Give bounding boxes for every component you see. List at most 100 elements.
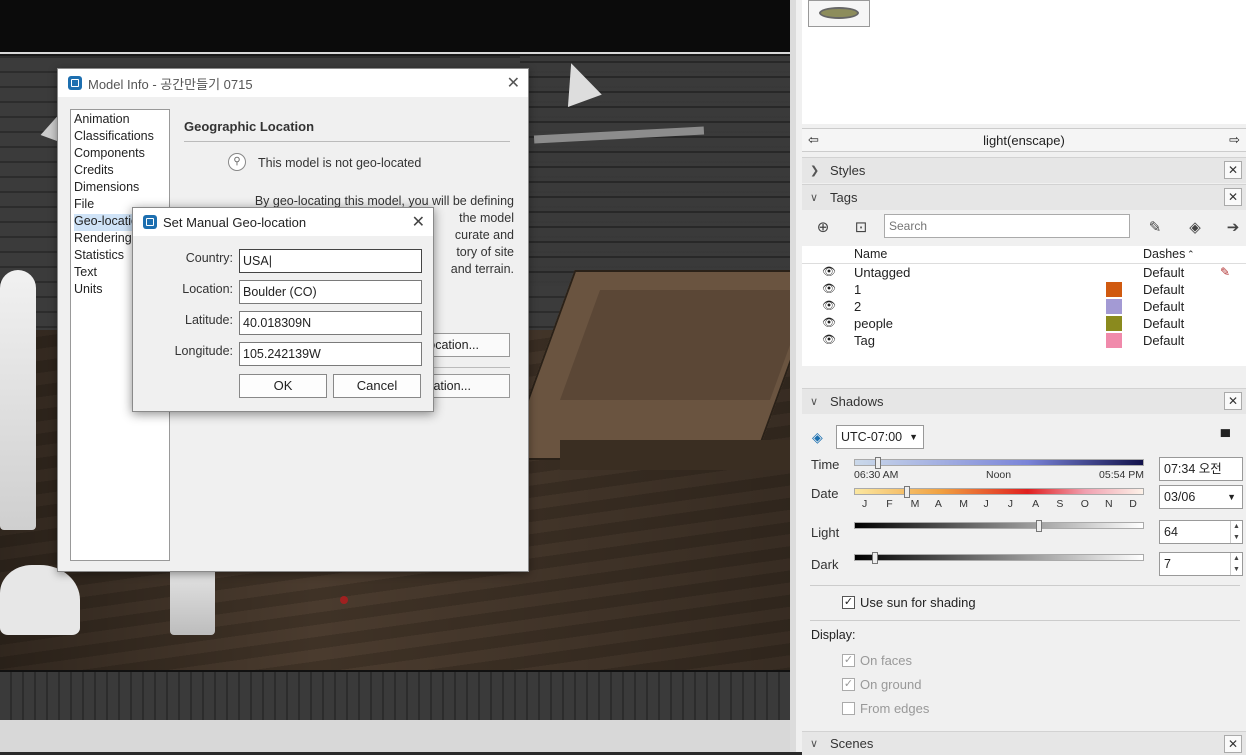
shadows-panel-header[interactable]: ∨ Shadows ✕	[802, 388, 1246, 414]
close-icon[interactable]: ✕	[1224, 188, 1242, 206]
use-sun-checkbox[interactable]: ✓	[842, 596, 855, 609]
display-label: Display:	[811, 628, 856, 642]
shadow-toggle-icon[interactable]: ▀	[1221, 429, 1230, 444]
light-slider-thumb[interactable]	[1036, 520, 1043, 532]
month-tick-label: S	[1056, 498, 1064, 510]
eraser-icon[interactable]: ◈	[812, 429, 823, 446]
tag-dashes[interactable]: Default	[1143, 316, 1184, 331]
close-icon[interactable]: ✕	[1224, 161, 1242, 179]
spinner-icon[interactable]: ▲ ▼	[1230, 553, 1242, 575]
chevron-down-icon: ∨	[810, 192, 819, 204]
tag-dashes[interactable]: Default	[1143, 282, 1184, 297]
shadows-panel: ◈ UTC-07:00 ▼ ▀ Time 06:30 AM Noon 05:54…	[802, 415, 1246, 735]
tag-tool-icon[interactable]: ✎	[1142, 214, 1168, 240]
latitude-field[interactable]: 40.018309N	[239, 311, 422, 335]
scene-platform-top	[559, 290, 790, 400]
scene-stain	[340, 596, 348, 604]
close-icon[interactable]: ✕	[507, 73, 520, 93]
on-ground-checkbox[interactable]: ✓	[842, 678, 855, 691]
from-edges-checkbox[interactable]	[842, 702, 855, 715]
close-icon[interactable]: ✕	[412, 212, 425, 232]
divider	[810, 620, 1240, 621]
scene-ground	[0, 720, 790, 752]
tag-dashes[interactable]: Default	[1143, 299, 1184, 314]
on-faces-checkbox[interactable]: ✓	[842, 654, 855, 667]
nav-item-classifications[interactable]: Classifications	[74, 129, 169, 146]
tag-name: 1	[854, 282, 862, 297]
location-field[interactable]: Boulder (CO)	[239, 280, 422, 304]
spinner-icon[interactable]: ▲ ▼	[1230, 521, 1242, 543]
visibility-eye-icon[interactable]: 👁	[822, 316, 836, 329]
tag-color-swatch[interactable]	[1106, 282, 1122, 297]
month-tick-label: A	[934, 498, 942, 510]
tag-color-swatch[interactable]	[1106, 333, 1122, 348]
column-header-name[interactable]: Name	[854, 247, 887, 261]
nav-item-components[interactable]: Components	[74, 146, 169, 163]
sunrise-label: 06:30 AM	[854, 469, 899, 481]
styles-panel-header[interactable]: ❯ Styles ✕	[802, 157, 1246, 183]
back-arrow-icon[interactable]: ⇦	[808, 132, 819, 148]
visibility-eye-icon[interactable]: 👁	[822, 299, 836, 312]
scenes-panel-header[interactable]: ∨ Scenes ✕	[802, 731, 1246, 755]
date-slider[interactable]	[854, 486, 1144, 498]
light-slider[interactable]	[854, 520, 1144, 532]
tag-dashes[interactable]: Default	[1143, 333, 1184, 348]
tag-row[interactable]: 👁 people Default	[802, 316, 1246, 333]
nav-item-dimensions[interactable]: Dimensions	[74, 180, 169, 197]
dark-label: Dark	[811, 557, 839, 572]
visibility-eye-icon[interactable]: 👁	[822, 333, 836, 346]
time-slider-thumb[interactable]	[875, 457, 882, 469]
nav-item-credits[interactable]: Credits	[74, 163, 169, 180]
geo-dialog-titlebar[interactable]: Set Manual Geo-location ✕	[133, 208, 433, 236]
date-slider-thumb[interactable]	[903, 486, 910, 498]
map-pin-icon: ⚲	[228, 153, 246, 171]
timezone-select[interactable]: UTC-07:00 ▼	[836, 425, 924, 449]
visibility-eye-icon[interactable]: 👁	[822, 265, 836, 278]
tag-color-swatch[interactable]	[1106, 316, 1122, 331]
dropdown-arrow-icon: ▼	[1227, 492, 1236, 502]
date-field[interactable]: 03/06 ▼	[1159, 485, 1243, 509]
add-tag-icon[interactable]: ⊕	[810, 214, 836, 240]
scene-ceiling	[0, 0, 790, 54]
forward-arrow-icon[interactable]: ⇨	[1229, 132, 1240, 148]
dark-field[interactable]: 7 ▲ ▼	[1159, 552, 1243, 576]
material-thumbnail[interactable]	[808, 0, 870, 27]
timezone-value: UTC-07:00	[841, 430, 903, 444]
details-arrow-icon[interactable]: ➔	[1220, 214, 1246, 240]
month-tick-label: J	[1007, 498, 1014, 510]
dark-slider-thumb[interactable]	[872, 552, 879, 564]
tag-row[interactable]: 👁 Tag Default	[802, 333, 1246, 350]
tag-row[interactable]: 👁 2 Default	[802, 299, 1246, 316]
tag-row[interactable]: 👁 Untagged Default ✎	[802, 265, 1246, 282]
sketchup-logo-icon	[143, 215, 157, 229]
close-icon[interactable]: ✕	[1224, 392, 1242, 410]
divider	[810, 585, 1240, 586]
color-by-tag-icon[interactable]: ◈	[1182, 214, 1208, 240]
tag-dashes[interactable]: Default	[1143, 265, 1184, 280]
tag-row[interactable]: 👁 1 Default	[802, 282, 1246, 299]
panel-title: Styles	[830, 163, 866, 178]
dark-slider[interactable]	[854, 552, 1144, 564]
light-field[interactable]: 64 ▲ ▼	[1159, 520, 1243, 544]
visibility-eye-icon[interactable]: 👁	[822, 282, 836, 295]
cancel-button[interactable]: Cancel	[333, 374, 421, 398]
model-info-titlebar[interactable]: Model Info - 공간만들기 0715 ✕	[58, 69, 528, 97]
month-tick-label: J	[862, 498, 868, 510]
column-header-dashes[interactable]: Dashes	[1143, 247, 1185, 261]
tags-panel-header[interactable]: ∨ Tags ✕	[802, 184, 1246, 210]
nav-item-animation[interactable]: Animation	[74, 112, 169, 129]
ok-button[interactable]: OK	[239, 374, 327, 398]
add-folder-icon[interactable]: ⊡	[848, 214, 874, 240]
time-field[interactable]: 07:34 오전	[1159, 457, 1243, 481]
date-label: Date	[811, 486, 839, 501]
materials-browser	[802, 0, 1246, 124]
panel-title: Shadows	[830, 394, 884, 409]
materials-nav-bar: ⇦ light(enscape) ⇨	[802, 128, 1246, 152]
longitude-field[interactable]: 105.242139W	[239, 342, 422, 366]
close-icon[interactable]: ✕	[1224, 735, 1242, 753]
tag-color-swatch[interactable]	[1106, 299, 1122, 314]
country-field[interactable]: USA|	[239, 249, 422, 273]
time-slider[interactable]	[854, 457, 1144, 469]
scene-person-figure	[0, 270, 36, 530]
tags-search-input[interactable]	[884, 214, 1130, 238]
